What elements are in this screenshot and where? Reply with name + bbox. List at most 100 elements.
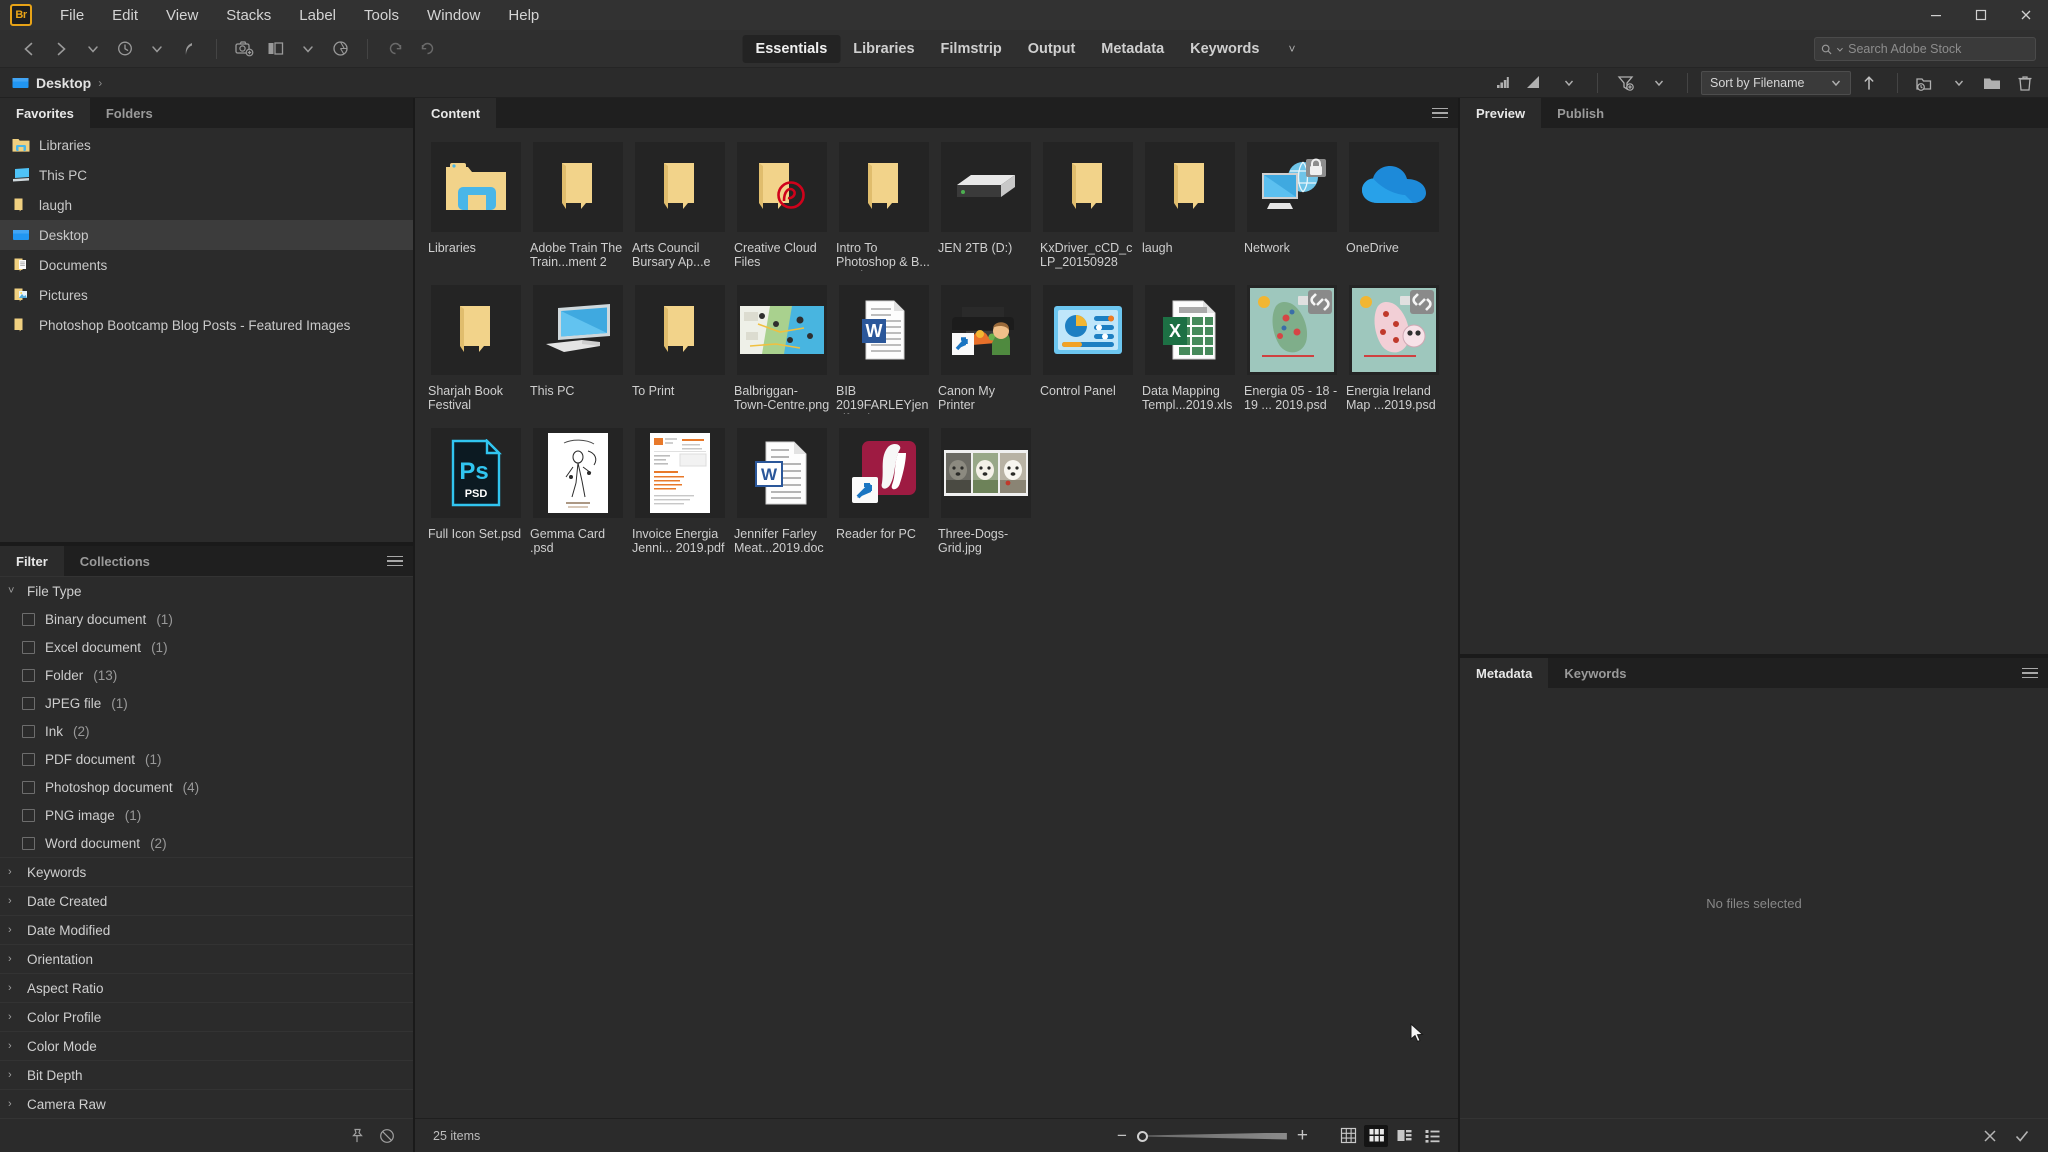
filter-by-rating-icon[interactable] bbox=[1488, 70, 1518, 96]
sidebar-item-documents[interactable]: Documents bbox=[0, 250, 413, 280]
content-item[interactable]: Creative Cloud Files bbox=[733, 142, 831, 271]
filter-group-file-type[interactable]: ˅ File Type bbox=[0, 576, 413, 605]
content-item[interactable]: Sharjah Book Festival bbox=[427, 285, 525, 414]
thumbnail-view-button[interactable] bbox=[1364, 1124, 1388, 1147]
menu-window[interactable]: Window bbox=[413, 3, 494, 28]
content-item[interactable]: To Print bbox=[631, 285, 729, 414]
thumbnail-size-slider[interactable] bbox=[1136, 1129, 1287, 1143]
refine-chevron-down-icon[interactable] bbox=[293, 36, 323, 62]
checkbox[interactable] bbox=[22, 780, 35, 794]
content-item[interactable]: Three-Dogs-Grid.jpg bbox=[937, 428, 1035, 557]
content-item[interactable]: Energia 05 - 18 - 19 ... 2019.psd bbox=[1243, 285, 1341, 414]
filter-item-png-image[interactable]: PNG image (1) bbox=[0, 801, 413, 829]
tab-filter[interactable]: Filter bbox=[0, 546, 64, 576]
filter-item-excel-document[interactable]: Excel document (1) bbox=[0, 633, 413, 661]
sidebar-item-libraries[interactable]: Libraries bbox=[0, 130, 413, 160]
filter-items-funnel-icon[interactable] bbox=[1611, 70, 1641, 96]
workspace-tab-metadata[interactable]: Metadata bbox=[1088, 35, 1177, 63]
filter-label-chevron-down-icon[interactable] bbox=[1554, 70, 1584, 96]
sidebar-item-pictures[interactable]: Pictures bbox=[0, 280, 413, 310]
content-item[interactable]: W BIB 2019FARLEYjennifer.docx bbox=[835, 285, 933, 414]
tab-content[interactable]: Content bbox=[415, 98, 497, 128]
thumbnail[interactable]: W bbox=[737, 428, 827, 518]
menu-tools[interactable]: Tools bbox=[350, 3, 413, 28]
history-chevron-down-icon[interactable] bbox=[142, 36, 172, 62]
thumbnail[interactable] bbox=[533, 428, 623, 518]
workspace-tab-keywords[interactable]: Keywords bbox=[1177, 35, 1272, 63]
tab-metadata[interactable]: Metadata bbox=[1460, 658, 1549, 688]
minimize-button[interactable] bbox=[1913, 0, 1958, 30]
thumbnail[interactable] bbox=[1349, 285, 1439, 375]
go-forward-icon[interactable] bbox=[46, 36, 76, 62]
workspace-tab-output[interactable]: Output bbox=[1015, 35, 1089, 63]
content-item[interactable]: OneDrive bbox=[1345, 142, 1443, 271]
filter-item-jpeg-file[interactable]: JPEG file (1) bbox=[0, 689, 413, 717]
thumbnail-zoom-control[interactable]: − + bbox=[1117, 1125, 1308, 1147]
new-folder-icon[interactable] bbox=[1977, 70, 2007, 96]
tab-preview[interactable]: Preview bbox=[1460, 98, 1542, 128]
thumbnail[interactable] bbox=[941, 285, 1031, 375]
details-view-button[interactable] bbox=[1392, 1125, 1416, 1147]
filter-items-chevron-down-icon[interactable] bbox=[1644, 70, 1674, 96]
content-item[interactable]: Invoice Energia Jenni... 2019.pdf bbox=[631, 428, 729, 557]
content-thumbnails[interactable]: Libraries Adobe Train The Train...ment 2… bbox=[415, 128, 1458, 1118]
checkbox[interactable] bbox=[22, 668, 35, 682]
metadata-panel-menu-icon[interactable] bbox=[2022, 658, 2038, 688]
content-item[interactable]: Canon My Printer bbox=[937, 285, 1035, 414]
content-item[interactable]: Reader for PC bbox=[835, 428, 933, 557]
delete-trash-icon[interactable] bbox=[2010, 70, 2040, 96]
thumbnail[interactable] bbox=[941, 428, 1031, 518]
rotate-counterclockwise-icon[interactable] bbox=[380, 36, 410, 62]
content-item[interactable]: Gemma Card .psd bbox=[529, 428, 627, 557]
tab-folders[interactable]: Folders bbox=[90, 98, 169, 128]
tab-keywords[interactable]: Keywords bbox=[1548, 658, 1642, 688]
adobe-stock-search[interactable] bbox=[1814, 37, 2036, 61]
open-recent-chevron-down-icon[interactable] bbox=[1944, 70, 1974, 96]
workspace-tab-libraries[interactable]: Libraries bbox=[840, 35, 927, 63]
sort-dropdown[interactable]: Sort by Filename bbox=[1701, 70, 1851, 95]
thumbnail[interactable] bbox=[635, 285, 725, 375]
thumbnail[interactable] bbox=[839, 428, 929, 518]
zoom-out-button[interactable]: − bbox=[1117, 1126, 1127, 1146]
filter-group-color-profile[interactable]: › Color Profile bbox=[0, 1002, 413, 1031]
zoom-in-button[interactable]: + bbox=[1297, 1125, 1308, 1147]
open-in-camera-raw-aperture-icon[interactable] bbox=[325, 36, 355, 62]
thumbnail[interactable] bbox=[533, 285, 623, 375]
content-item[interactable]: Arts Council Bursary Ap...e 2019 bbox=[631, 142, 729, 271]
sidebar-item-laugh[interactable]: laugh bbox=[0, 190, 413, 220]
cancel-icon[interactable] bbox=[1982, 1128, 1998, 1144]
checkbox[interactable] bbox=[22, 808, 35, 822]
content-item[interactable]: JEN 2TB (D:) bbox=[937, 142, 1035, 271]
thumbnail[interactable] bbox=[635, 142, 725, 232]
filter-item-word-document[interactable]: Word document (2) bbox=[0, 829, 413, 857]
slider-knob[interactable] bbox=[1136, 1130, 1148, 1142]
content-item[interactable]: X Data Mapping Templ...2019.xlsx bbox=[1141, 285, 1239, 414]
close-button[interactable] bbox=[2003, 0, 2048, 30]
thumbnail[interactable] bbox=[1043, 285, 1133, 375]
thumbnail[interactable]: X bbox=[1145, 285, 1235, 375]
content-item[interactable]: W Jennifer Farley Meat...2019.doc bbox=[733, 428, 831, 557]
thumbnail[interactable]: Ps PSD bbox=[431, 428, 521, 518]
sidebar-item-desktop[interactable]: Desktop bbox=[0, 220, 413, 250]
filter-by-label-icon[interactable] bbox=[1521, 70, 1551, 96]
recent-history-clock-icon[interactable] bbox=[110, 36, 140, 62]
clear-filter-icon[interactable] bbox=[379, 1128, 395, 1144]
thumbnail[interactable] bbox=[1043, 142, 1133, 232]
thumbnail[interactable] bbox=[431, 285, 521, 375]
refine-stack-icon[interactable] bbox=[261, 36, 291, 62]
content-item[interactable]: Adobe Train The Train...ment 2 bbox=[529, 142, 627, 271]
breadcrumb[interactable]: Desktop › bbox=[0, 75, 102, 91]
search-input[interactable] bbox=[1848, 42, 2029, 56]
sort-ascending-icon[interactable] bbox=[1854, 70, 1884, 96]
thumbnail[interactable] bbox=[431, 142, 521, 232]
menu-label[interactable]: Label bbox=[285, 3, 350, 28]
filter-group-date-created[interactable]: › Date Created bbox=[0, 886, 413, 915]
recent-folders-chevron-down-icon[interactable] bbox=[78, 36, 108, 62]
filter-item-folder[interactable]: Folder (13) bbox=[0, 661, 413, 689]
content-item[interactable]: Network bbox=[1243, 142, 1341, 271]
thumbnail[interactable] bbox=[737, 142, 827, 232]
checkbox[interactable] bbox=[22, 724, 35, 738]
reveal-boomerang-icon[interactable] bbox=[174, 36, 204, 62]
workspace-overflow-chevron-down-icon[interactable]: ˅ bbox=[1272, 42, 1305, 56]
thumbnail[interactable] bbox=[941, 142, 1031, 232]
